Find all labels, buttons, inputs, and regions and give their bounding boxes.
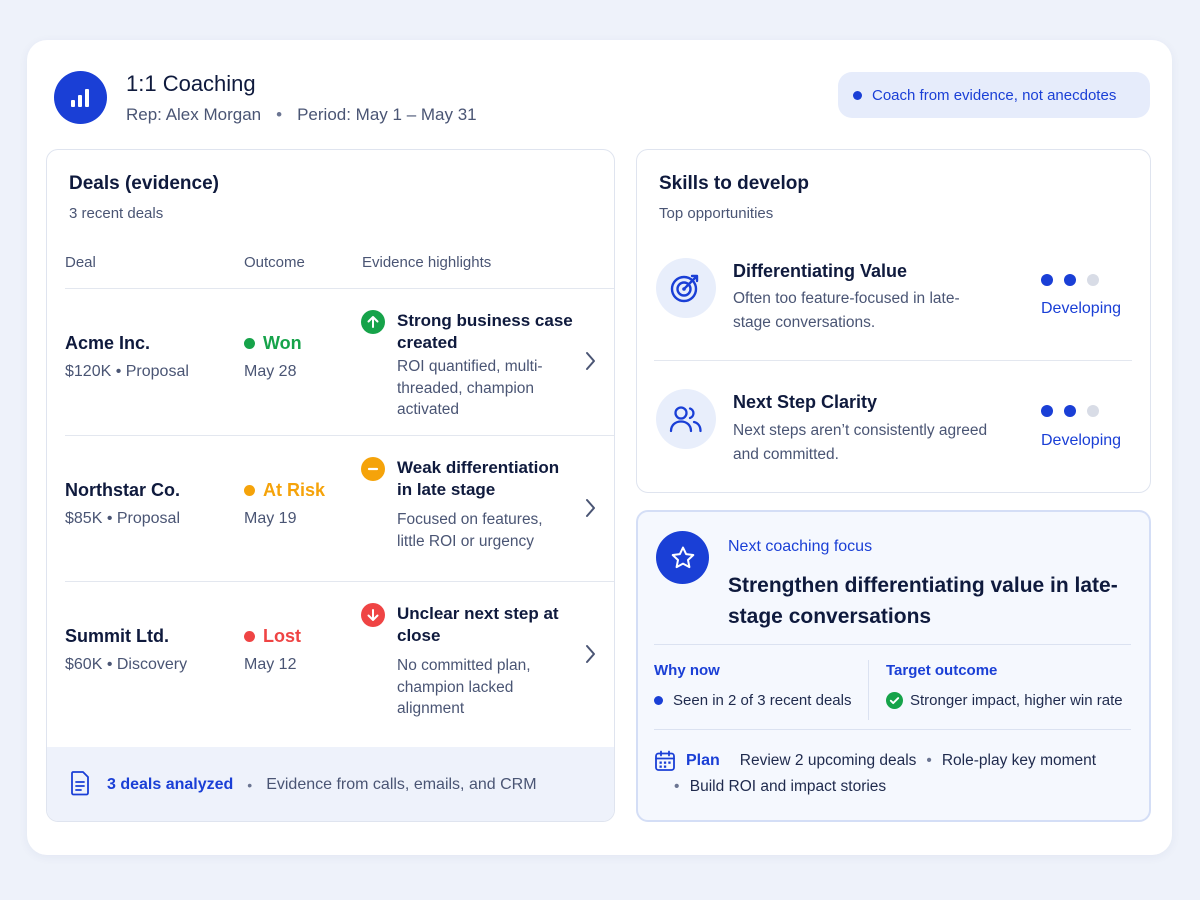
deals-analyzed-count: 3 deals analyzed [107, 776, 234, 793]
skills-title: Skills to develop [659, 173, 809, 194]
focus-headline: Strengthen differentiating value in late… [728, 574, 1118, 628]
level-dot [1087, 274, 1099, 286]
deal-row-northstar[interactable]: Northstar Co. $85K • Proposal At Risk Ma… [47, 436, 614, 581]
deal-meta: $120K • Proposal [65, 363, 189, 380]
evidence-source: Evidence from calls, emails, and CRM [266, 776, 537, 793]
deal-meta: $85K • Proposal [65, 510, 181, 527]
level-dot [1041, 274, 1053, 286]
evidence-title: Strong business case created [397, 311, 573, 352]
level-dot [1041, 405, 1053, 417]
minus-icon [361, 457, 385, 481]
separator: • [276, 105, 283, 124]
deal-row-acme[interactable]: Acme Inc. $120K • Proposal Won May 28 St… [47, 289, 614, 435]
outcome-badge: Won [244, 333, 302, 354]
deal-row-summit[interactable]: Summit Ltd. $60K • Discovery Lost May 12… [47, 582, 614, 747]
why-now-label: Why now [654, 662, 720, 679]
outcome-badge: Lost [244, 626, 301, 647]
page-subtitle: Rep: Alex Morgan • Period: May 1 – May 3… [126, 105, 477, 125]
level-dot [1064, 274, 1076, 286]
coaching-focus-panel: Next coaching focus Strengthen different… [636, 510, 1151, 822]
evidence-title: Unclear next step at close [397, 604, 559, 645]
deals-footer: 3 deals analyzed • Evidence from calls, … [47, 747, 614, 821]
deal-name: Northstar Co. [65, 480, 181, 500]
why-now-value: Seen in 2 of 3 recent deals [654, 692, 851, 709]
why-now-text: Seen in 2 of 3 recent deals [673, 692, 852, 709]
column-separator [868, 660, 869, 720]
target-icon [656, 258, 716, 318]
chevron-right-icon[interactable] [585, 351, 597, 376]
document-icon [69, 770, 91, 801]
skill-divider [654, 360, 1132, 361]
evidence-description: No committed plan, champion lacked align… [397, 657, 531, 717]
outcome-dot [244, 631, 255, 642]
outcome-dot [244, 485, 255, 496]
plan-row: • Build ROI and impact stories [674, 778, 886, 796]
focus-divider [654, 729, 1131, 730]
pill-bullet [853, 90, 862, 100]
deals-title: Deals (evidence) [69, 173, 219, 194]
level-dot [1087, 405, 1099, 417]
focus-label: Next coaching focus [728, 538, 873, 555]
bullet-dot [654, 696, 663, 705]
deals-panel: Deals (evidence) 3 recent deals Deal Out… [46, 149, 615, 822]
skill-name: Differentiating Value [733, 261, 908, 281]
outcome-date: May 28 [244, 363, 297, 380]
check-circle-icon [886, 692, 903, 709]
separator: • [674, 778, 680, 795]
deal-name: Summit Ltd. [65, 626, 169, 646]
page-title: 1:1 Coaching [126, 71, 256, 96]
skill-description: Often too feature-focused in late-stage … [733, 290, 960, 331]
outcome-label: Lost [263, 626, 301, 646]
arrow-up-icon [361, 310, 385, 334]
plan-label: Plan [686, 752, 720, 769]
plan-item: Role-play key moment [941, 752, 1097, 769]
target-outcome-text: Stronger impact, higher win rate [910, 692, 1123, 709]
skills-subtitle: Top opportunities [659, 205, 774, 222]
plan-item: Review 2 upcoming deals [739, 752, 917, 769]
chevron-right-icon[interactable] [585, 498, 597, 523]
separator: • [247, 777, 253, 793]
target-outcome-value: Stronger impact, higher win rate [886, 692, 1123, 709]
arrow-down-icon [361, 603, 385, 627]
bar-chart-icon [54, 71, 107, 124]
evidence-description: ROI quantified, multi-threaded, champion… [397, 358, 543, 418]
skills-panel: Skills to develop Top opportunities Diff… [636, 149, 1151, 493]
column-header-outcome: Outcome [244, 254, 305, 271]
focus-divider [654, 644, 1131, 645]
calendar-icon [654, 750, 676, 772]
outcome-date: May 19 [244, 510, 297, 527]
column-header-evidence: Evidence highlights [362, 254, 492, 271]
skill-level-label: Developing [1041, 432, 1122, 449]
pill-text: Coach from evidence, not anecdotes [872, 86, 1117, 104]
column-header-deal: Deal [65, 254, 96, 271]
skill-level-dots [1041, 274, 1099, 286]
outcome-label: At Risk [263, 480, 326, 500]
outcome-date: May 12 [244, 656, 297, 673]
skill-name: Next Step Clarity [733, 392, 878, 412]
rep-name: Rep: Alex Morgan [126, 105, 262, 124]
period: Period: May 1 – May 31 [297, 105, 477, 124]
deals-subtitle: 3 recent deals [69, 205, 164, 222]
skill-level-label: Developing [1041, 300, 1122, 317]
star-icon [656, 531, 709, 584]
separator: • [926, 752, 932, 769]
deal-name: Acme Inc. [65, 333, 151, 353]
outcome-label: Won [263, 333, 302, 353]
users-icon [656, 389, 716, 449]
outcome-dot [244, 338, 255, 349]
skill-description: Next steps aren’t consistently agreed an… [733, 422, 988, 463]
plan-item: Build ROI and impact stories [689, 778, 887, 795]
deal-meta: $60K • Discovery [65, 656, 188, 673]
evidence-title: Weak differentiation in late stage [397, 458, 560, 499]
principle-pill: Coach from evidence, not anecdotes [838, 72, 1150, 118]
outcome-badge: At Risk [244, 480, 325, 501]
chevron-right-icon[interactable] [585, 644, 597, 669]
evidence-description: Focused on features, little ROI or urgen… [397, 511, 543, 550]
level-dot [1064, 405, 1076, 417]
plan-row: Plan Review 2 upcoming deals • Role-play… [654, 750, 1096, 772]
skill-level-dots [1041, 405, 1099, 417]
target-outcome-label: Target outcome [886, 662, 998, 679]
